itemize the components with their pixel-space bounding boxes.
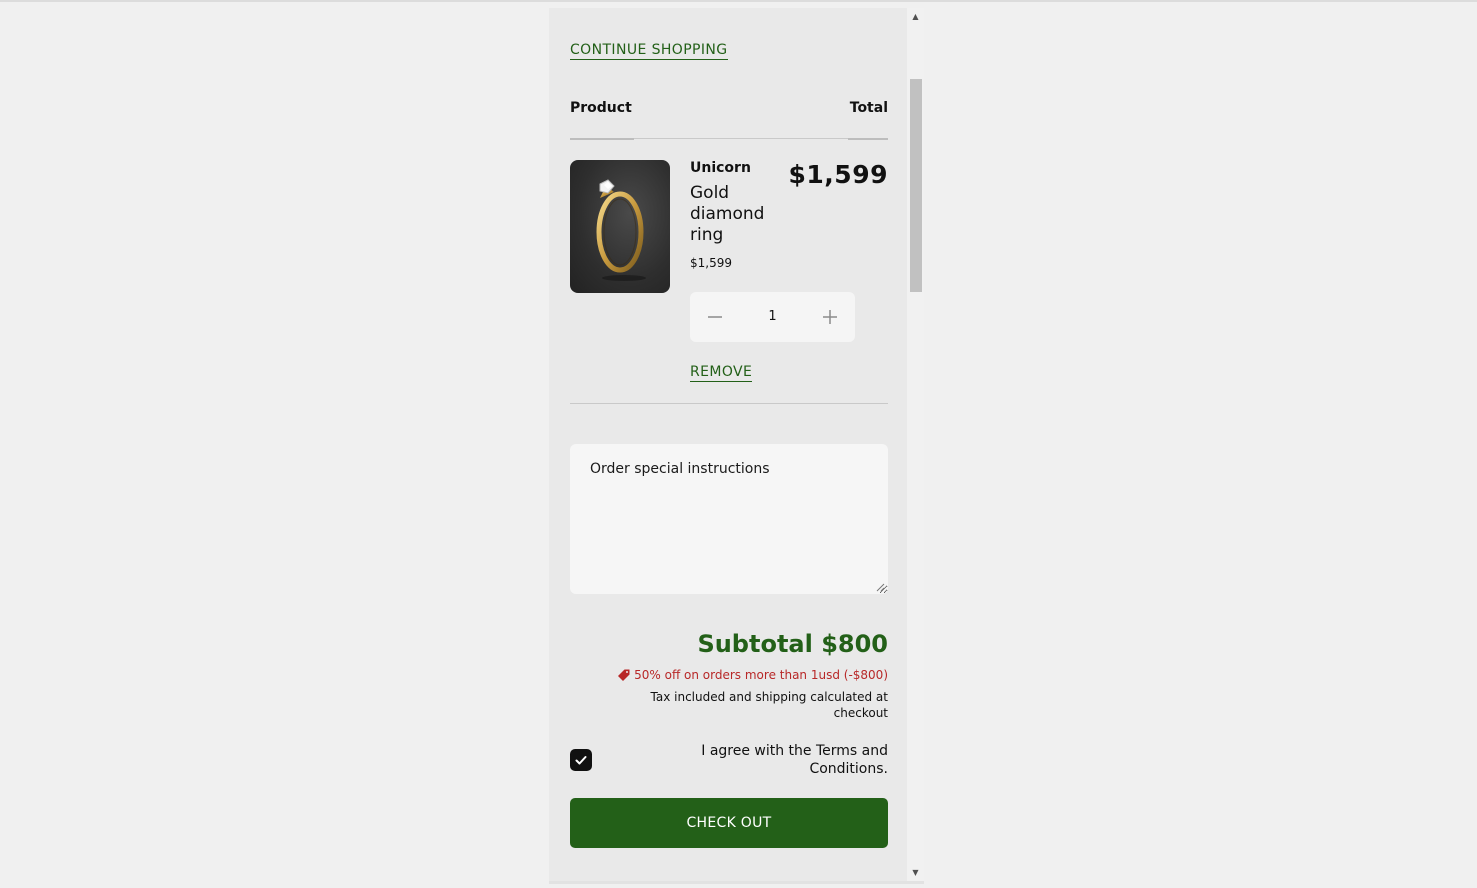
drawer-scrollbar[interactable]: ▲ ▼ xyxy=(907,8,924,881)
discount-text: 50% off on orders more than 1usd (-$800) xyxy=(634,668,888,682)
gold-ring-image xyxy=(596,179,646,281)
order-notes-textarea[interactable] xyxy=(570,444,888,594)
checkout-button[interactable]: CHECK OUT xyxy=(570,798,888,848)
plus-icon xyxy=(823,310,837,324)
quantity-stepper: 1 xyxy=(690,292,855,342)
discount-line: 50% off on orders more than 1usd (-$800) xyxy=(618,668,888,682)
line-item-total: $1,599 xyxy=(788,160,888,189)
cart-subtotal: Subtotal $800 xyxy=(697,630,888,658)
terms-checkbox[interactable] xyxy=(570,749,592,771)
tax-shipping-note: Tax included and shipping calculated at … xyxy=(650,690,888,720)
minus-icon xyxy=(708,316,722,318)
item-divider xyxy=(570,403,888,404)
product-vendor: Unicorn xyxy=(690,160,751,176)
drawer-bottom-edge xyxy=(549,881,924,884)
resize-grip-icon[interactable] xyxy=(876,583,885,592)
header-divider-accent-right xyxy=(848,138,888,140)
product-unit-price: $1,599 xyxy=(690,256,732,270)
remove-item-link[interactable]: REMOVE xyxy=(690,364,753,382)
scroll-down-arrow-icon[interactable]: ▼ xyxy=(907,864,924,881)
checkmark-icon xyxy=(575,756,587,765)
cart-drawer: CONTINUE SHOPPING Product Total Unicorn … xyxy=(549,8,907,881)
decrease-quantity-button[interactable] xyxy=(690,292,740,342)
product-name[interactable]: Gold diamond ring xyxy=(690,183,780,246)
product-image[interactable] xyxy=(570,160,670,293)
product-column-header: Product xyxy=(570,100,632,116)
header-divider-accent-left xyxy=(570,138,634,140)
top-border xyxy=(0,0,1477,2)
continue-shopping-link[interactable]: CONTINUE SHOPPING xyxy=(570,42,728,60)
increase-quantity-button[interactable] xyxy=(805,292,855,342)
total-column-header: Total xyxy=(849,100,888,116)
tag-icon xyxy=(618,669,630,681)
quantity-input[interactable]: 1 xyxy=(740,292,805,342)
scroll-up-arrow-icon[interactable]: ▲ xyxy=(907,8,924,25)
scrollbar-thumb[interactable] xyxy=(910,79,922,292)
terms-label[interactable]: I agree with the Terms and Conditions. xyxy=(648,742,888,778)
